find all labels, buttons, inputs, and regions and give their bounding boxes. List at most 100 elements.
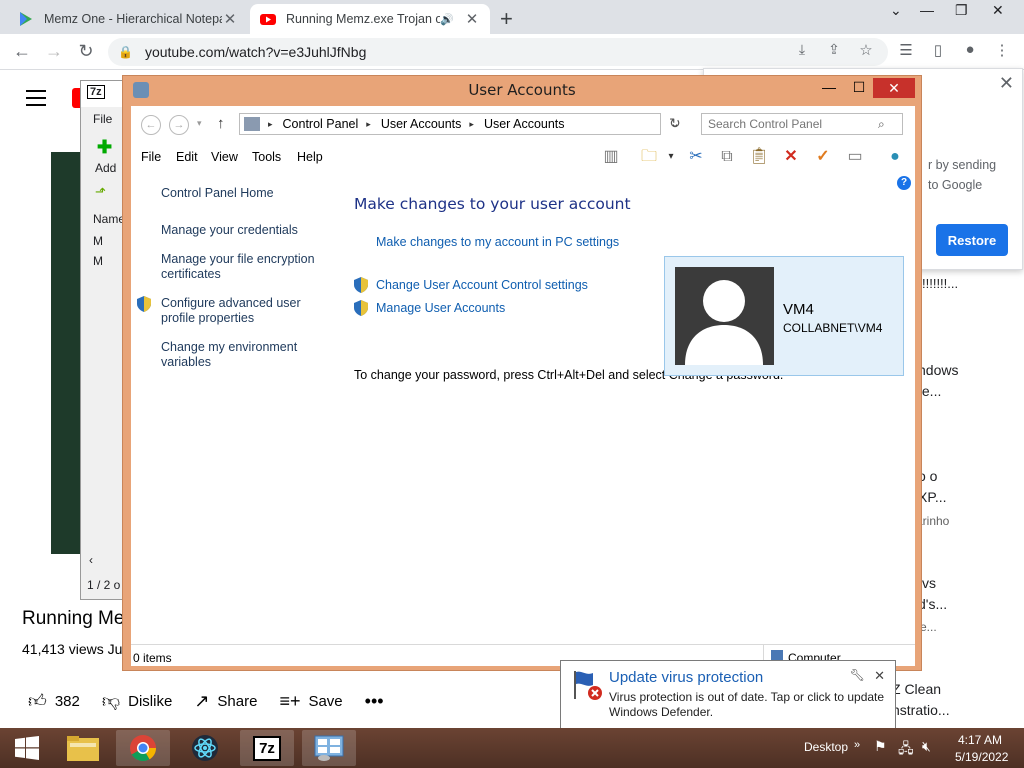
minimize-icon[interactable]: — — [920, 2, 934, 18]
clock-date[interactable]: 5/19/2022 — [955, 750, 1008, 764]
chrome-taskbar-button[interactable] — [116, 730, 170, 766]
file-row[interactable]: M — [93, 234, 103, 248]
delete-icon[interactable]: ✕ — [779, 146, 803, 168]
profile-icon[interactable]: ● — [958, 41, 982, 58]
clock-time[interactable]: 4:17 AM — [958, 733, 1002, 747]
like-button[interactable]: 👍︎ 382 — [28, 690, 80, 712]
back-icon[interactable]: ← — [141, 115, 161, 135]
forward-icon[interactable]: → — [169, 115, 189, 135]
restore-icon[interactable]: ❐ — [955, 2, 968, 19]
manage-user-accounts-link[interactable]: Manage User Accounts — [354, 300, 505, 316]
related-title[interactable]: nstratio... — [892, 702, 950, 718]
tab-search-icon[interactable]: ⌄ — [890, 2, 902, 19]
close-button[interactable]: ✕ — [873, 78, 915, 98]
action-center-flag-icon[interactable]: ⚑ — [874, 738, 887, 755]
menu-tools[interactable]: Tools — [252, 150, 281, 164]
bookmark-star-icon[interactable]: ☆ — [854, 41, 878, 59]
menu-edit[interactable]: Edit — [176, 150, 198, 164]
toolbar-overflow-icon[interactable]: » — [854, 739, 860, 751]
search-box[interactable]: ⌕ — [701, 113, 903, 135]
copy-icon[interactable]: ⧉ — [715, 146, 739, 168]
media-queue-icon[interactable]: ☰ — [894, 41, 918, 59]
close-window-icon[interactable]: ✕ — [992, 2, 1004, 19]
manage-credentials-link[interactable]: Manage your credentials — [161, 223, 331, 238]
uac-settings-link[interactable]: Change User Account Control settings — [354, 277, 588, 293]
recent-pages-chevron-icon[interactable]: ▾ — [197, 118, 202, 129]
related-title[interactable]: XP... — [918, 489, 947, 505]
breadcrumb-separator-icon[interactable]: ▸ — [268, 119, 273, 130]
reload-icon[interactable]: ↻ — [74, 41, 98, 62]
search-input[interactable] — [708, 117, 878, 131]
save-button[interactable]: ≡+ Save — [279, 691, 342, 712]
breadcrumb-user-accounts[interactable]: User Accounts — [381, 117, 462, 131]
dropdown-icon[interactable]: ▾ — [659, 146, 683, 168]
related-title[interactable]: d's... — [918, 596, 947, 612]
network-icon[interactable]: 🖧︎ — [898, 738, 914, 762]
file-explorer-taskbar-button[interactable] — [56, 730, 110, 766]
back-icon[interactable]: ← — [10, 41, 34, 62]
sevenzip-taskbar-button[interactable]: 7z — [240, 730, 294, 766]
maximize-button[interactable]: ☐ — [845, 79, 873, 99]
folder-check-icon[interactable]: 🗀 — [637, 146, 661, 168]
file-row[interactable]: M — [93, 254, 103, 268]
globe-icon[interactable]: ● — [883, 146, 907, 168]
close-icon[interactable]: ✕ — [874, 668, 885, 684]
address-bar[interactable]: 🔒 youtube.com/watch?v=e3JuhlJfNbg — [108, 38, 888, 66]
related-title[interactable]: Z Clean — [892, 681, 941, 697]
window-titlebar[interactable]: User Accounts — ☐ ✕ — [123, 76, 921, 104]
close-icon[interactable]: ✕ — [999, 73, 1014, 94]
up-folder-icon[interactable]: ⬏ — [95, 184, 106, 200]
forward-icon[interactable]: → — [42, 41, 66, 62]
more-actions-button[interactable]: ••• — [365, 691, 384, 712]
desktop-toolbar-label[interactable]: Desktop — [804, 740, 848, 754]
audio-playing-icon[interactable]: 🔊 — [440, 13, 454, 26]
close-tab-icon[interactable]: ✕ — [464, 10, 480, 28]
browser-tab-memz-one[interactable]: Memz One - Hierarchical Notepad ✕ — [8, 4, 248, 34]
menu-view[interactable]: View — [211, 150, 238, 164]
related-title[interactable]: vs — [922, 575, 936, 591]
menu-file[interactable]: File — [141, 150, 161, 164]
defender-notification[interactable]: Update virus protection Virus protection… — [560, 660, 896, 730]
related-title[interactable]: ndows — [918, 362, 958, 378]
control-panel-taskbar-button[interactable] — [302, 730, 356, 766]
control-panel-home-link[interactable]: Control Panel Home — [161, 186, 331, 201]
rename-icon[interactable]: ▭ — [843, 146, 867, 168]
environment-variables-link[interactable]: Change my environment variables — [161, 340, 331, 370]
properties-check-icon[interactable]: ✓ — [811, 146, 835, 168]
install-icon[interactable]: ⤓ — [790, 41, 814, 58]
pc-settings-link[interactable]: Make changes to my account in PC setting… — [376, 235, 619, 249]
restore-button[interactable]: Restore — [936, 224, 1008, 256]
scroll-left-icon[interactable]: ‹ — [89, 553, 93, 567]
address-breadcrumb[interactable]: ▸ Control Panel ▸ User Accounts ▸ User A… — [239, 113, 661, 135]
advanced-profile-link[interactable]: Configure advanced user profile properti… — [137, 296, 331, 326]
file-encryption-link[interactable]: Manage your file encryption certificates — [161, 252, 331, 282]
paste-icon[interactable]: 📋︎ — [747, 146, 771, 168]
add-button-label[interactable]: Add — [95, 161, 116, 175]
close-tab-icon[interactable]: ✕ — [222, 10, 238, 28]
volume-muted-icon[interactable]: 🔇︎ — [922, 738, 931, 755]
start-button[interactable] — [0, 730, 54, 766]
help-icon[interactable]: ? — [897, 176, 911, 190]
breadcrumb-separator-icon[interactable]: ▸ — [366, 119, 371, 130]
menu-help[interactable]: Help — [297, 150, 323, 164]
refresh-icon[interactable]: ↻ — [669, 115, 681, 132]
browser-tab-memz-video[interactable]: Running Memz.exe Trojan on 🔊 ✕ — [250, 4, 490, 34]
breadcrumb-user-accounts-current[interactable]: User Accounts — [484, 117, 565, 131]
minimize-button[interactable]: — — [815, 79, 843, 99]
layout-pane-icon[interactable]: ▥ — [599, 146, 623, 168]
youtube-menu-icon[interactable] — [26, 90, 46, 111]
name-column-header[interactable]: Name — [93, 212, 125, 226]
atom-app-taskbar-button[interactable] — [178, 730, 232, 766]
cut-icon[interactable]: ✂ — [684, 146, 708, 168]
breadcrumb-separator-icon[interactable]: ▸ — [469, 119, 474, 130]
search-icon[interactable]: ⌕ — [878, 117, 885, 132]
settings-icon[interactable]: 🔧︎ — [850, 668, 865, 682]
side-panel-icon[interactable]: ▯ — [926, 41, 950, 59]
breadcrumb-control-panel[interactable]: Control Panel — [283, 117, 359, 131]
new-tab-button[interactable]: + — [500, 6, 513, 32]
sevenzip-file-menu[interactable]: File — [93, 112, 112, 126]
up-arrow-icon[interactable]: ↑ — [217, 115, 225, 132]
share-icon[interactable]: ⇪ — [822, 41, 846, 58]
share-button[interactable]: ↗ Share — [194, 691, 257, 712]
dislike-button[interactable]: 👎︎ Dislike — [102, 690, 172, 712]
